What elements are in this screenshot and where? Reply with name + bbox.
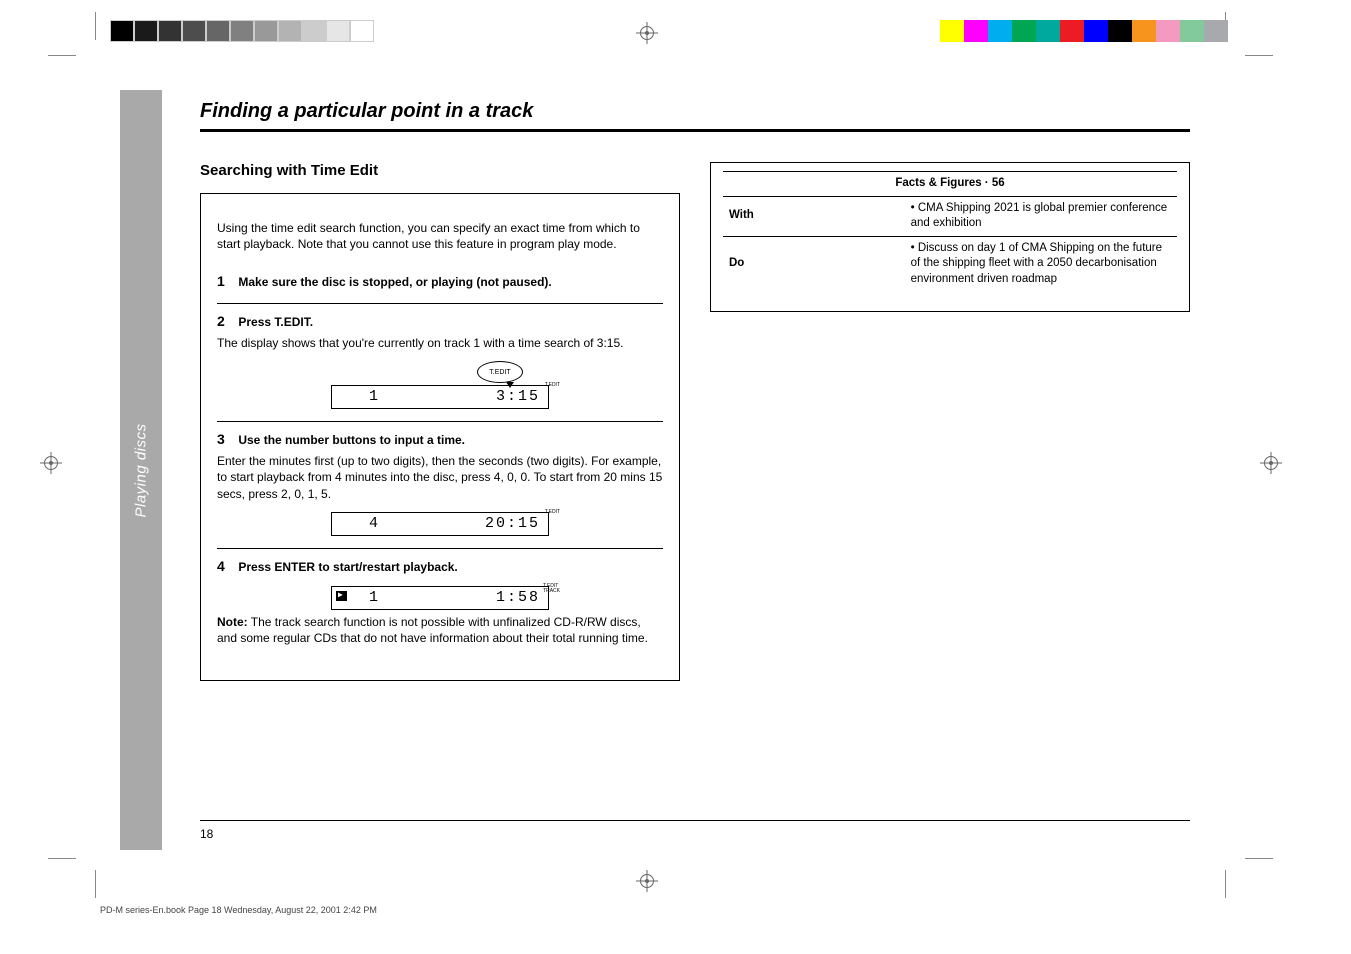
- lcd-time: 1:58: [380, 588, 540, 608]
- grayscale-swatches: [110, 20, 374, 42]
- step-body: The display shows that you're currently …: [217, 335, 663, 351]
- instruction-frame: Using the time edit search function, you…: [200, 193, 680, 681]
- tedit-button-icon: T.EDIT: [477, 361, 523, 383]
- lcd-time: 3:15: [380, 387, 540, 407]
- left-subheading: Searching with Time Edit: [200, 162, 680, 179]
- step-number: 3: [217, 430, 235, 449]
- title-rule: [200, 129, 1190, 132]
- step-lead: Press ENTER to start/restart playback.: [238, 560, 457, 574]
- facts-table: Facts & Figures · 56 With • CMA Shipping…: [723, 171, 1177, 291]
- lcd-time: 20:15: [380, 514, 540, 534]
- page-number: 18: [200, 827, 213, 841]
- step-number: 2: [217, 312, 235, 331]
- registration-mark: [636, 870, 658, 892]
- step-2: 2 Press T.EDIT. The display shows that y…: [217, 304, 663, 422]
- step-lead: Make sure the disc is stopped, or playin…: [238, 275, 551, 289]
- section-tab: Playing discs: [120, 90, 162, 850]
- lcd-tag: T.EDIT: [545, 383, 560, 388]
- lcd-tag: T.EDIT: [545, 510, 560, 515]
- play-indicator-icon: ▶: [336, 591, 347, 602]
- page-title: Finding a particular point in a track: [200, 100, 1190, 123]
- facts-frame: Facts & Figures · 56 With • CMA Shipping…: [710, 162, 1190, 312]
- registration-mark: [636, 22, 658, 44]
- table-row: With • CMA Shipping 2021 is global premi…: [723, 196, 1177, 236]
- section-tab-label: Playing discs: [133, 423, 150, 517]
- step-1: 1 Make sure the disc is stopped, or play…: [217, 264, 663, 304]
- step-lead: Use the number buttons to input a time.: [238, 433, 465, 447]
- registration-mark: [1260, 452, 1282, 474]
- lcd-tag: T.EDIT TRACK: [543, 584, 560, 594]
- crop-mark: [1245, 55, 1273, 56]
- crop-mark: [95, 12, 96, 40]
- lcd-display: 1 3:15 T.EDIT: [331, 385, 549, 409]
- step-lead: Press T.EDIT.: [238, 315, 313, 329]
- page-content: Finding a particular point in a track Se…: [200, 100, 1190, 681]
- step-number: 1: [217, 272, 235, 291]
- note-body: The track search function is not possibl…: [217, 615, 648, 645]
- lcd-track-num: 1: [340, 387, 380, 407]
- crop-mark: [1225, 870, 1226, 898]
- crop-mark: [1245, 858, 1273, 859]
- step-number: 4: [217, 557, 235, 576]
- lcd-track-num: 4: [340, 514, 380, 534]
- lcd-display: ▶ 1 1:58 T.EDIT TRACK: [331, 586, 549, 610]
- crop-mark: [48, 55, 76, 56]
- footer-filename: PD-M series-En.book Page 18 Wednesday, A…: [100, 905, 377, 915]
- registration-mark: [40, 452, 62, 474]
- page-footer: 18: [200, 820, 1190, 841]
- facts-title: Facts & Figures · 56: [723, 172, 1177, 197]
- intro-text: Using the time edit search function, you…: [217, 220, 663, 252]
- note-label: Note:: [217, 615, 248, 629]
- table-row: Do • Discuss on day 1 of CMA Shipping on…: [723, 236, 1177, 291]
- step-3: 3 Use the number buttons to input a time…: [217, 422, 663, 548]
- crop-mark: [48, 858, 76, 859]
- crop-mark: [95, 870, 96, 898]
- color-swatches: [940, 20, 1228, 42]
- step-4: 4 Press ENTER to start/restart playback.…: [217, 549, 663, 658]
- lcd-display: 4 20:15 T.EDIT: [331, 512, 549, 536]
- step-body: Enter the minutes first (up to two digit…: [217, 453, 663, 502]
